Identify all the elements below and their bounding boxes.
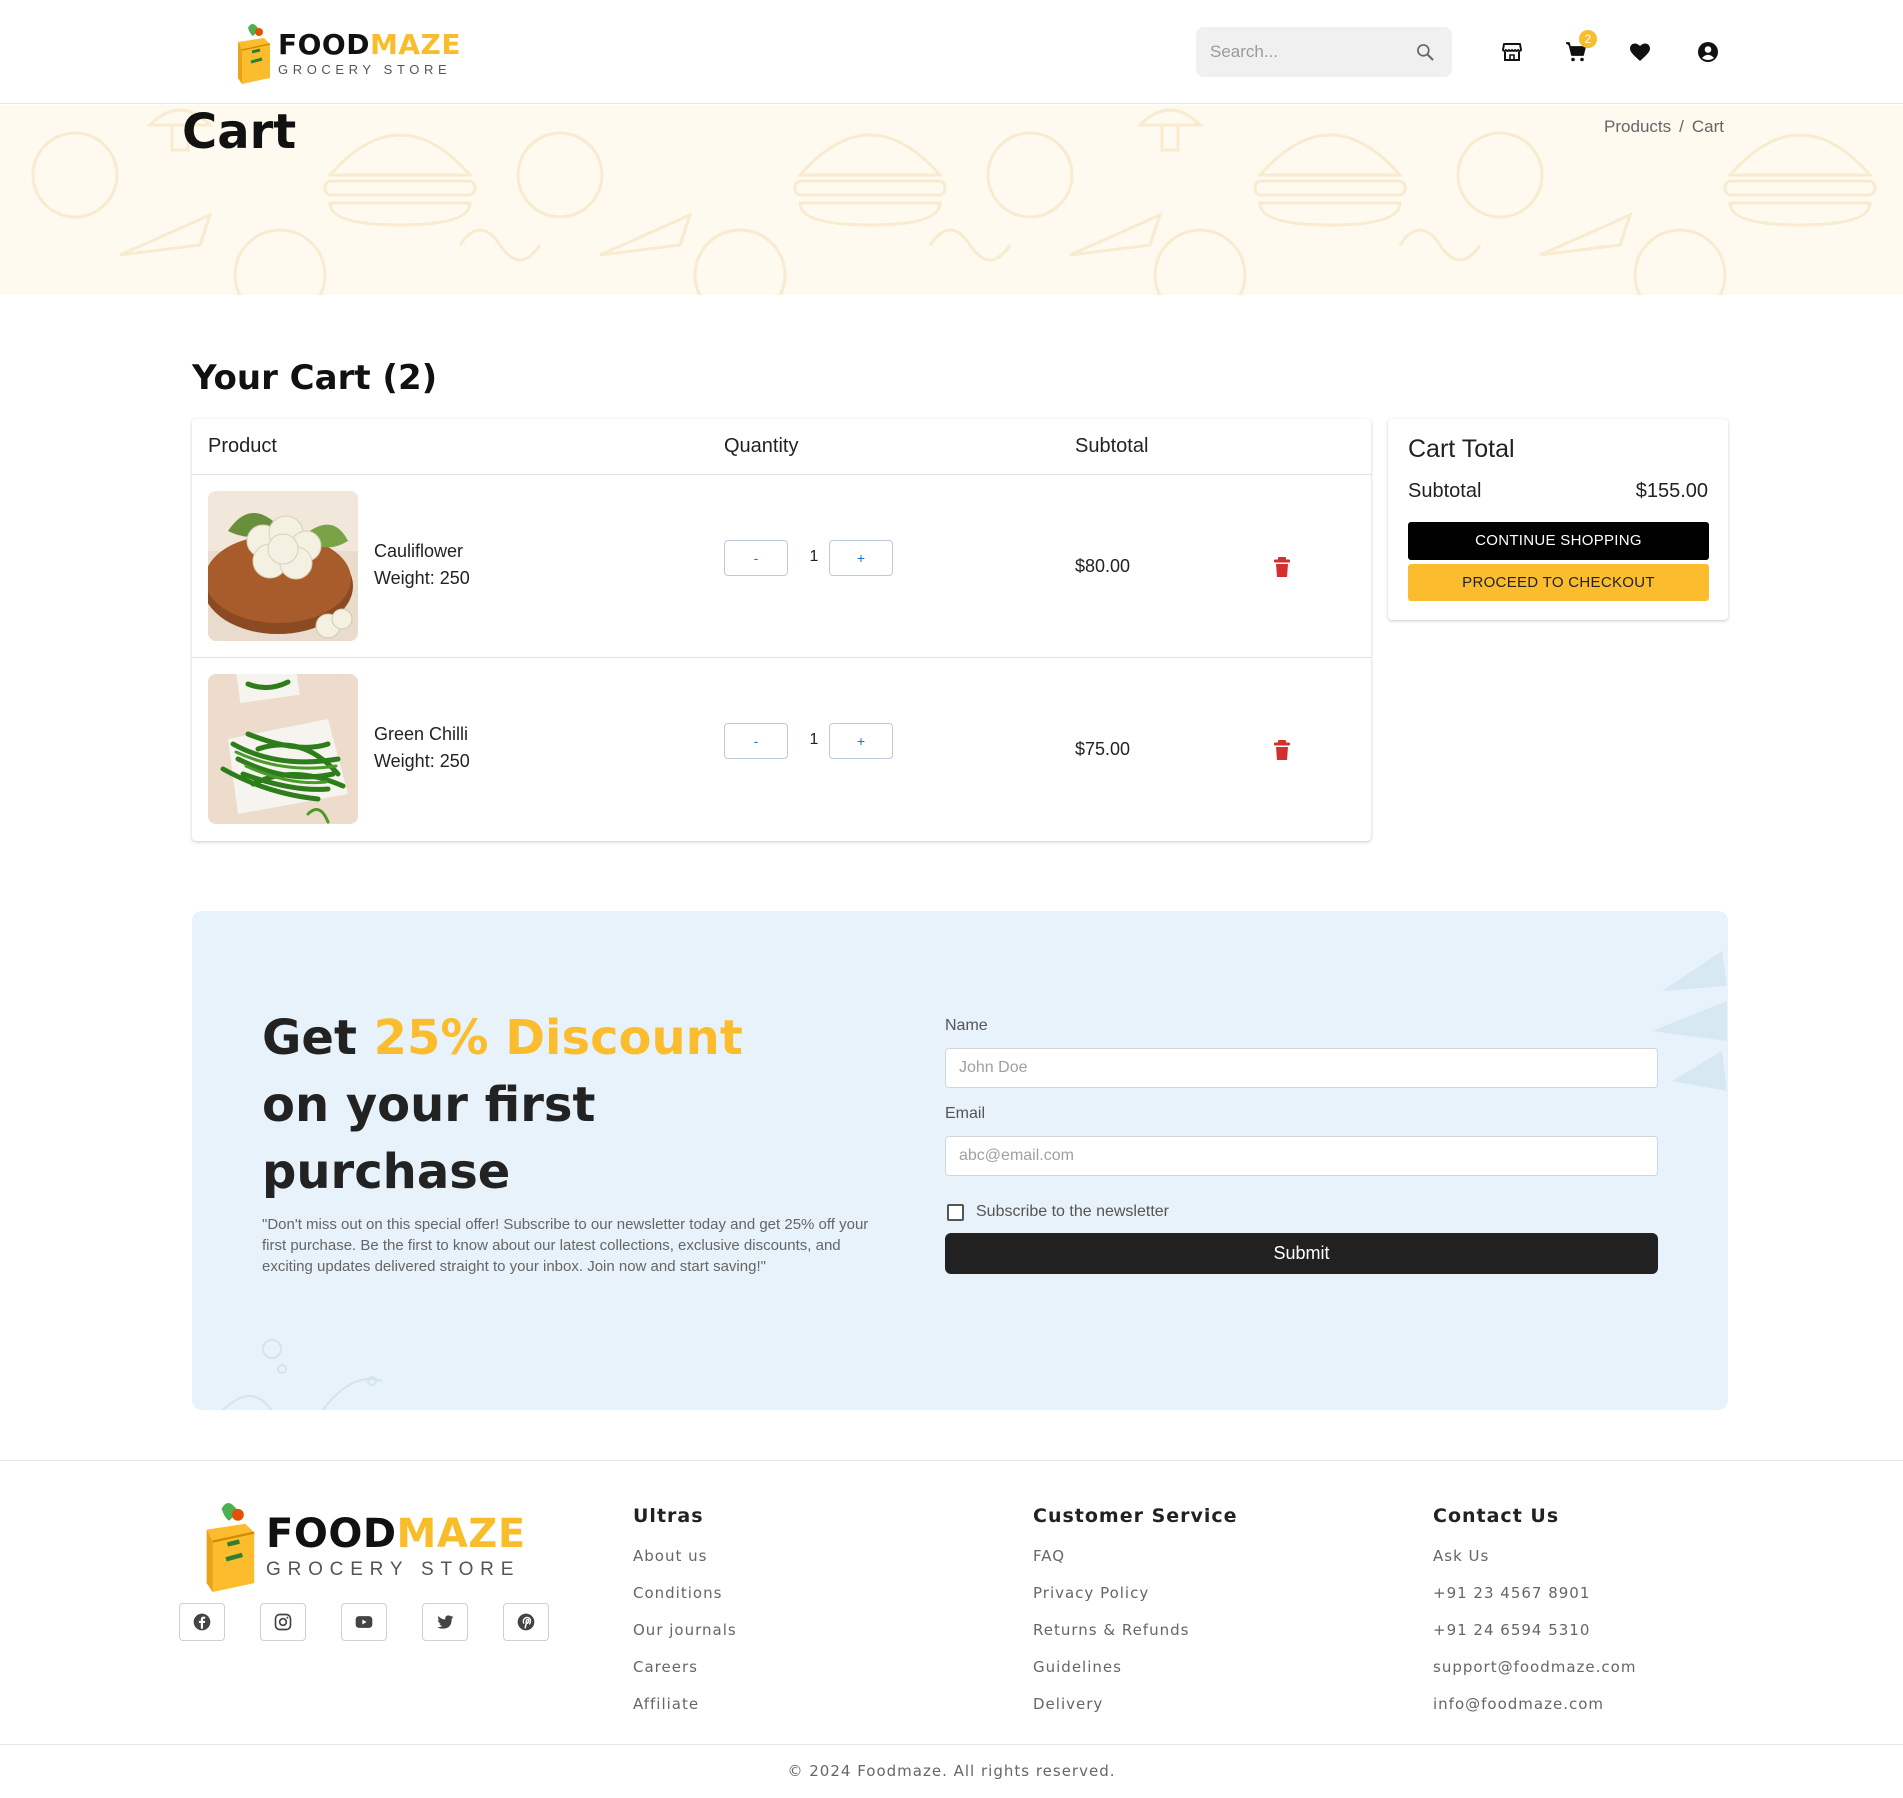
search-box (1196, 27, 1452, 77)
footer-link[interactable]: Privacy Policy (1033, 1584, 1238, 1621)
email-field[interactable] (945, 1136, 1658, 1176)
footer-column-title: Contact Us (1433, 1505, 1560, 1527)
quantity-value: 1 (809, 548, 819, 565)
continue-shopping-button[interactable]: CONTINUE SHOPPING (1408, 522, 1709, 560)
search-icon[interactable] (1415, 42, 1435, 62)
column-header-product: Product (208, 435, 277, 457)
product-name[interactable]: Cauliflower (374, 541, 463, 562)
facebook-icon[interactable] (179, 1603, 225, 1641)
quantity-value: 1 (809, 731, 819, 748)
account-icon[interactable] (1696, 40, 1720, 64)
proceed-to-checkout-button[interactable]: PROCEED TO CHECKOUT (1408, 564, 1709, 601)
footer-link[interactable]: Ask Us (1433, 1547, 1636, 1584)
page-title: Cart (182, 104, 297, 160)
product-image-green-chilli (208, 674, 358, 824)
herb-decoration-icon (221, 1339, 383, 1410)
cart-row: Green Chilli Weight: 250 - 1 + $75.00 (192, 658, 1371, 841)
breadcrumb-products-link[interactable]: Products (1604, 117, 1671, 137)
delete-trash-icon[interactable] (1272, 556, 1292, 578)
footer-link[interactable]: +91 24 6594 5310 (1433, 1621, 1636, 1658)
email-field-label: Email (945, 1105, 986, 1122)
instagram-icon[interactable] (260, 1603, 306, 1641)
name-field-label: Name (945, 1017, 988, 1034)
quantity-decrease-button[interactable]: - (724, 540, 788, 576)
footer-column-title: Customer Service (1033, 1505, 1238, 1527)
footer-link[interactable]: support@foodmaze.com (1433, 1658, 1636, 1695)
promo-headline-post: on your first purchase (262, 1077, 596, 1200)
footer-link[interactable]: info@foodmaze.com (1433, 1695, 1636, 1732)
quantity-increase-button[interactable]: + (829, 540, 893, 576)
footer-column-ultras: Ultras About us Conditions Our journals … (633, 1505, 737, 1732)
cart-total-title: Cart Total (1408, 435, 1515, 463)
copyright-text: © 2024 Foodmaze. All rights reserved. (787, 1762, 1116, 1780)
brand-name-part1: FOOD (266, 1510, 397, 1557)
pinterest-icon[interactable] (503, 1603, 549, 1641)
breadcrumb: Products / Cart (1604, 117, 1724, 137)
footer-link[interactable]: Guidelines (1033, 1658, 1238, 1695)
product-image-cauliflower (208, 491, 358, 641)
breadcrumb-separator: / (1679, 117, 1684, 136)
twitter-icon[interactable] (422, 1603, 468, 1641)
brand-logo[interactable]: FOODMAZE GROCERY STORE (234, 22, 461, 84)
product-weight: Weight: 250 (374, 751, 470, 771)
footer-link[interactable]: Delivery (1033, 1695, 1238, 1732)
subtotal-label: Subtotal (1408, 480, 1482, 502)
footer-column-contact-us: Contact Us Ask Us +91 23 4567 8901 +91 2… (1433, 1505, 1636, 1732)
product-weight: Weight: 250 (374, 568, 470, 588)
promo-headline-pre: Get (262, 1010, 374, 1066)
footer-brand-logo[interactable]: FOODMAZE GROCERY STORE (200, 1500, 526, 1592)
cart-total-card: Cart Total Subtotal $155.00 CONTINUE SHO… (1388, 419, 1728, 620)
heart-icon[interactable] (1628, 40, 1652, 64)
column-header-quantity: Quantity (724, 435, 799, 457)
submit-button[interactable]: Submit (945, 1233, 1658, 1274)
subscribe-checkbox-label[interactable]: Subscribe to the newsletter (976, 1203, 1169, 1221)
brand-tagline: GROCERY STORE (266, 1558, 521, 1580)
site-header: FOODMAZE GROCERY STORE 2 (0, 0, 1903, 104)
delete-trash-icon[interactable] (1272, 739, 1292, 761)
item-subtotal: $80.00 (1075, 556, 1131, 576)
search-input[interactable] (1210, 40, 1410, 64)
youtube-icon[interactable] (341, 1603, 387, 1641)
column-header-subtotal: Subtotal (1075, 435, 1149, 457)
footer-link[interactable]: Conditions (633, 1584, 737, 1621)
footer-column-customer-service: Customer Service FAQ Privacy Policy Retu… (1033, 1505, 1238, 1732)
subtotal-value: $155.00 (1635, 480, 1708, 502)
footer-link[interactable]: FAQ (1033, 1547, 1238, 1584)
name-field[interactable] (945, 1048, 1658, 1088)
promo-discount-highlight: 25% Discount (373, 1010, 743, 1066)
grocery-bag-icon (238, 24, 271, 84)
cart-table: Product Quantity Subtotal Cauliflower We… (192, 419, 1371, 841)
discount-newsletter-section: Get 25% Discount on your first purchase … (192, 911, 1728, 1410)
brand-tagline: GROCERY STORE (278, 61, 452, 77)
brand-name-part2: MAZE (396, 1510, 526, 1557)
footer-bottom-divider (0, 1744, 1903, 1745)
brand-name-part2: MAZE (369, 27, 461, 61)
grocery-bag-icon (206, 1502, 255, 1592)
breadcrumb-current: Cart (1691, 117, 1724, 136)
quantity-decrease-button[interactable]: - (724, 723, 788, 759)
footer-column-title: Ultras (633, 1505, 704, 1527)
footer-link[interactable]: +91 23 4567 8901 (1433, 1584, 1636, 1621)
footer-link[interactable]: Careers (633, 1658, 737, 1695)
footer-link[interactable]: Affiliate (633, 1695, 737, 1732)
footer-link[interactable]: Returns & Refunds (1033, 1621, 1238, 1658)
footer-divider (0, 1460, 1903, 1461)
quantity-increase-button[interactable]: + (829, 723, 893, 759)
promo-description: "Don't miss out on this special offer! S… (262, 1216, 869, 1275)
cart-count-badge: 2 (1579, 30, 1597, 48)
brand-name-part1: FOOD (278, 27, 370, 61)
subscribe-checkbox[interactable] (947, 1204, 964, 1221)
product-name[interactable]: Green Chilli (374, 724, 468, 745)
store-icon[interactable] (1500, 40, 1524, 64)
cart-heading: Your Cart (2) (192, 358, 438, 398)
cart-row: Cauliflower Weight: 250 - 1 + $80.00 (192, 475, 1371, 658)
footer-link[interactable]: About us (633, 1547, 737, 1584)
item-subtotal: $75.00 (1075, 739, 1131, 759)
promo-headline: Get 25% Discount on your first purchase (262, 1005, 782, 1206)
footer-link[interactable]: Our journals (633, 1621, 737, 1658)
